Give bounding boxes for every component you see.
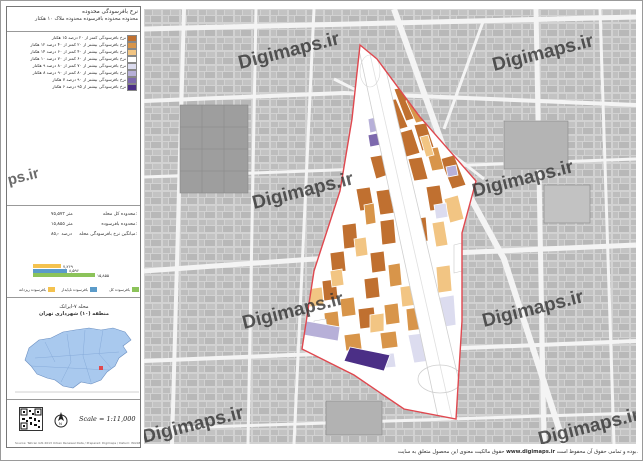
legend-item: نرخ بافرسودگی بیشتر از ۹۵ درصد ۶ هکتار [10,83,138,91]
bar-legend-label: بافرسوده ریزدانه [19,287,46,292]
inset-locator-map [15,322,139,400]
divider [7,399,140,400]
map-title: نرخ بافرسودگی محدوده محدوده محدوده بافرس… [9,9,138,23]
stat-label: میانگین نرخ بافرسودگی محله: [79,232,137,237]
area-bar-fill [33,264,61,268]
bar-legend-item: بافرسوده کل [99,286,139,294]
region-label: محله ۷-ایرانک منطقه (۱۰) شهرداری تهران [11,304,137,318]
area-bar-fill [33,268,67,273]
stats-block: محدوده کل محله: ۷۵٫۵۷۲ متر محدوده بافرسود… [11,212,137,242]
legend-label: نرخ بافرسودگی بیشتر از ۷۰ کمتر از ۸۰ درص… [32,63,126,68]
legend-item: نرخ بافرسودگی بیشتر از ۹۰ درصد ۷ هکتار [10,76,138,84]
legend-item: نرخ بافرسودگی کمتر از ۲۰ درصد ۱۵ هکتار [10,34,138,42]
footer-site-link[interactable]: www.digimaps.ir [506,449,555,455]
legend-label: نرخ بافرسودگی کمتر از ۲۰ درصد ۱۵ هکتار [51,35,126,40]
info-panel: نرخ بافرسودگی محدوده محدوده محدوده بافرس… [6,6,141,448]
footer-suffix: بوده و تمامی حقوق آن محفوظ است. [556,449,638,455]
divider [7,31,140,32]
stat-label: محدوده بافرسوده: [101,222,137,227]
legend-label: نرخ بافرسودگی بیشتر از ۶۰ کمتر از ۷۰ درص… [30,56,126,61]
main-map: Digimaps.ir Digimaps.ir Digimaps.ir Digi… [144,9,636,444]
stat-value: ۸۵٫۰ درصد [51,232,72,237]
legend-swatch [127,84,137,91]
bar-legend-item: بافرسوده ریزدانه [15,286,55,294]
location-marker [99,366,103,370]
stat-value: ۷۵٫۵۷۲ متر [51,212,73,217]
watermark-text: ps.ir [7,165,41,189]
source-credit: Source: Tehran GIS 2013 Urban Renewal Da… [15,441,141,445]
map-canvas: Digimaps.ir Digimaps.ir Digimaps.ir Digi… [144,9,636,444]
legend-item: نرخ بافرسودگی بیشتر از ۶۰ کمتر از ۷۰ درص… [10,55,138,63]
copyright-footer: حقوق مالکیت معنوی این محصول متعلق به سای… [150,449,638,455]
bar-legend-swatch [132,287,139,292]
bar-legend-item: بافرسوده ناپایدار [57,286,97,294]
area-bar-fill [33,273,95,277]
area-bar-value: ۱۵٫۸۵۵ [97,272,110,278]
svg-text:N: N [59,421,62,426]
stat-label: محدوده کل محله: [102,212,137,217]
legend-item: نرخ بافرسودگی بیشتر از ۴۰ کمتر از ۶۰ درص… [10,48,138,56]
watermark-panel: ps.ir [7,165,41,189]
legend-label: نرخ بافرسودگی بیشتر از ۹۰ درصد ۷ هکتار [52,77,126,82]
stat-row: میانگین نرخ بافرسودگی محله: ۸۵٫۰ درصد [11,232,137,242]
stat-row: محدوده بافرسوده: ۱۵٫۸۵۵ متر [11,222,137,232]
region-line-2: منطقه (۱۰) شهرداری تهران [39,311,109,317]
footer-prefix: حقوق مالکیت معنوی این محصول متعلق به سای… [397,449,505,455]
stat-value: ۱۵٫۸۵۵ متر [51,222,73,227]
title-line-1: نرخ بافرسودگی محدوده [82,9,138,15]
legend-item: نرخ بافرسودگی بیشتر از ۸۰ کمتر از ۹۰ درص… [10,69,138,77]
scale-label: Scale = 1:11,000 [79,415,136,423]
north-arrow-icon: N [54,412,68,428]
legend-item: نرخ بافرسودگی بیشتر از ۲۰ کمتر از ۴۰ درص… [10,41,138,49]
divider [7,205,140,206]
large-parcel [325,400,383,436]
stat-row: محدوده کل محله: ۷۵٫۵۷۲ متر [11,212,137,222]
legend-label: نرخ بافرسودگی بیشتر از ۲۰ کمتر از ۴۰ درص… [30,42,126,47]
large-parcel [543,184,591,224]
title-line-2: محدوده محدوده بافرسوده محدوده ملاک ۱۰ هک… [35,15,138,22]
divider [7,297,140,298]
bar-legend: بافرسوده کل بافرسوده ناپایدار بافرسوده ر… [15,286,139,296]
qr-code-icon [19,407,43,431]
bar-legend-swatch [48,287,55,292]
legend-label: نرخ بافرسودگی بیشتر از ۹۵ درصد ۶ هکتار [52,84,126,89]
legend: نرخ بافرسودگی کمتر از ۲۰ درصد ۱۵ هکتار ن… [10,34,138,91]
bar-legend-label: بافرسوده ناپایدار [61,287,88,292]
legend-label: نرخ بافرسودگی بیشتر از ۴۰ کمتر از ۶۰ درص… [30,49,126,54]
legend-item: نرخ بافرسودگی بیشتر از ۷۰ کمتر از ۸۰ درص… [10,62,138,70]
region-line-1: محله ۷-ایرانک [59,304,89,310]
legend-label: نرخ بافرسودگی بیشتر از ۸۰ کمتر از ۹۰ درص… [32,70,126,75]
bar-legend-swatch [90,287,97,292]
area-bar: ۱۵٫۸۵۵ [33,272,113,278]
area-bars: ۷٫۲۶۹ ۸٫۵۹۶ ۱۵٫۸۵۵ [33,264,113,278]
bar-legend-label: بافرسوده کل [109,287,130,292]
